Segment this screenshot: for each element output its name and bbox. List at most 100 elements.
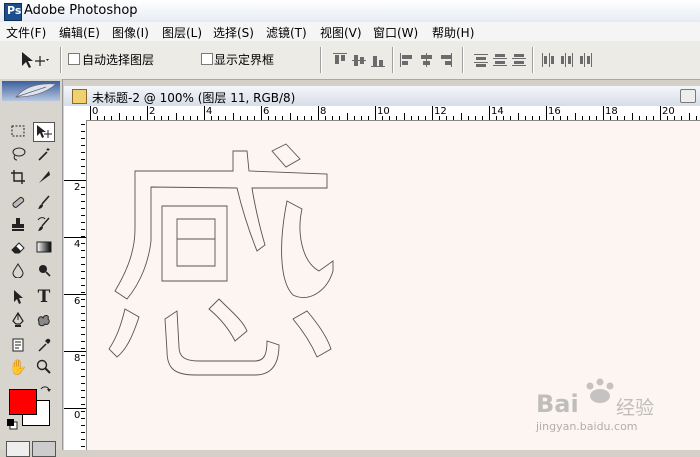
align-right-icon[interactable]	[438, 53, 452, 67]
ruler-h-minor-tick	[168, 116, 170, 120]
ruler-h-minor-tick	[481, 116, 483, 120]
document-minimize-button[interactable]	[680, 89, 696, 103]
ruler-h-minor-tick	[310, 116, 312, 120]
vertical-ruler[interactable]: 2 4 6 8 0	[64, 120, 87, 450]
ruler-h-label: 10	[377, 106, 390, 117]
ruler-h-minor-tick	[97, 116, 99, 120]
menu-layer[interactable]: 图层(L)	[162, 24, 202, 41]
ruler-origin[interactable]	[64, 106, 87, 121]
ruler-h-minor-tick	[325, 116, 327, 120]
ruler-h-minor-tick	[631, 113, 633, 120]
ruler-h-tick	[375, 106, 376, 120]
ruler-h-minor-tick	[667, 116, 669, 120]
ruler-v-minor-tick	[81, 320, 85, 321]
ruler-h-minor-tick	[467, 116, 469, 120]
ruler-h-minor-tick	[246, 116, 248, 120]
ruler-v-minor-tick	[81, 124, 85, 125]
show-bounds-checkbox[interactable]	[201, 53, 213, 65]
ruler-v-label: 4	[74, 239, 81, 250]
horizontal-ruler[interactable]: 0 2 4 6 8 10 12 14 16 18 20	[86, 106, 700, 121]
auto-select-label: 自动选择图层	[82, 53, 155, 67]
marquee-tool-icon[interactable]	[7, 121, 29, 141]
distribute-top-icon[interactable]	[474, 53, 488, 67]
pen-tool-icon[interactable]	[7, 310, 29, 330]
ruler-v-tick	[64, 408, 86, 409]
move-tool-button-icon[interactable]	[33, 122, 55, 142]
ruler-h-minor-tick	[346, 113, 348, 120]
ruler-h-minor-tick	[367, 116, 369, 120]
app-title-bar: Ps Adobe Photoshop	[0, 0, 700, 23]
ruler-v-minor-tick	[81, 425, 85, 426]
distribute-vcenter-icon[interactable]	[493, 53, 507, 67]
menu-file[interactable]: 文件(F)	[6, 24, 46, 41]
ruler-v-minor-tick	[81, 215, 85, 216]
type-tool-icon[interactable]: T	[33, 287, 55, 307]
ruler-h-minor-tick	[560, 116, 562, 120]
menu-window[interactable]: 窗口(W)	[373, 24, 418, 41]
gradient-tool-icon[interactable]	[33, 237, 55, 257]
ruler-v-minor-tick	[81, 439, 85, 440]
ruler-v-minor-tick	[81, 446, 85, 447]
tool-preset-picker[interactable]	[18, 49, 52, 71]
hand-tool-icon[interactable]: ✋	[7, 357, 29, 377]
history-brush-tool-icon[interactable]	[33, 214, 55, 234]
ruler-h-minor-tick	[332, 116, 334, 120]
custom-shape-tool-icon[interactable]	[33, 310, 55, 330]
zoom-tool-icon[interactable]	[33, 357, 55, 377]
ruler-h-minor-tick	[453, 116, 455, 120]
menu-view[interactable]: 视图(V)	[320, 24, 362, 41]
distribute-right-icon[interactable]	[579, 53, 593, 67]
align-hcenter-icon[interactable]	[419, 53, 433, 67]
align-vcenter-icon[interactable]	[352, 53, 366, 67]
notes-tool-icon[interactable]	[7, 335, 29, 355]
quick-mask-mode-icon[interactable]	[32, 441, 56, 457]
ruler-v-minor-tick	[81, 180, 85, 181]
ruler-h-minor-tick	[382, 116, 384, 120]
watermark-url: jingyan.baidu.com	[536, 420, 638, 433]
distribute-bottom-icon[interactable]	[512, 53, 526, 67]
lasso-tool-icon[interactable]	[7, 144, 29, 164]
swap-colors-icon[interactable]	[39, 385, 51, 400]
healing-brush-tool-icon[interactable]	[7, 192, 29, 212]
ruler-h-minor-tick	[595, 116, 597, 120]
auto-select-checkbox[interactable]	[68, 53, 80, 65]
distribute-hcenter-icon[interactable]	[560, 53, 574, 67]
ruler-v-label: 6	[74, 296, 81, 307]
brush-tool-icon[interactable]	[33, 192, 55, 212]
default-colors-icon[interactable]	[6, 418, 18, 433]
dodge-tool-icon[interactable]	[33, 260, 55, 280]
ruler-h-minor-tick	[581, 116, 583, 120]
menu-image[interactable]: 图像(I)	[112, 24, 149, 41]
slice-tool-icon[interactable]	[33, 167, 55, 187]
ruler-v-minor-tick	[81, 187, 85, 188]
ruler-h-tick	[90, 106, 91, 120]
foreground-color-swatch[interactable]	[9, 389, 37, 415]
align-left-icon[interactable]	[400, 53, 414, 67]
ruler-h-minor-tick	[389, 116, 391, 120]
photoshop-logo-icon: Ps	[4, 3, 22, 21]
blur-tool-icon[interactable]	[7, 260, 29, 280]
eraser-tool-icon[interactable]	[7, 237, 29, 257]
eyedropper-tool-icon[interactable]	[33, 335, 55, 355]
clone-stamp-tool-icon[interactable]	[7, 214, 29, 234]
menu-filter[interactable]: 滤镜(T)	[266, 24, 307, 41]
magic-wand-tool-icon[interactable]	[33, 144, 55, 164]
distribute-left-icon[interactable]	[541, 53, 555, 67]
ruler-v-minor-tick	[81, 383, 85, 384]
standard-mode-icon[interactable]	[6, 441, 30, 457]
ruler-h-minor-tick	[232, 113, 234, 120]
menu-select[interactable]: 选择(S)	[213, 24, 254, 41]
align-top-icon[interactable]	[333, 53, 347, 67]
ruler-h-minor-tick	[253, 116, 255, 120]
align-bottom-icon[interactable]	[371, 53, 385, 67]
ruler-h-minor-tick	[339, 116, 341, 120]
ruler-h-minor-tick	[645, 116, 647, 120]
ruler-h-minor-tick	[396, 116, 398, 120]
ruler-h-minor-tick	[353, 116, 355, 120]
ruler-v-minor-tick	[81, 292, 85, 293]
menu-edit[interactable]: 编辑(E)	[59, 24, 100, 41]
crop-tool-icon[interactable]	[7, 167, 29, 187]
path-selection-tool-icon[interactable]	[7, 287, 29, 307]
menu-help[interactable]: 帮助(H)	[432, 24, 474, 41]
ruler-h-tick	[603, 106, 604, 120]
